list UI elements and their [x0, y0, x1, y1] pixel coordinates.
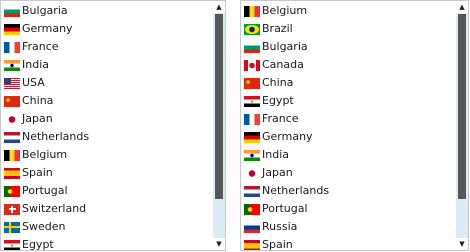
list-item-label: Portugal: [22, 184, 68, 197]
list-item[interactable]: France: [1, 38, 213, 56]
list-item[interactable]: USA: [1, 74, 213, 92]
list-item-label: Netherlands: [22, 130, 90, 143]
netherlands-flag-icon: [244, 185, 260, 197]
china-flag-icon: [4, 95, 20, 107]
list-item-label: Germany: [22, 22, 73, 35]
scroll-down-arrow-icon[interactable]: ▼: [213, 238, 225, 250]
list-item-label: Japan: [22, 112, 53, 125]
list-item-label: USA: [22, 76, 45, 89]
bulgaria-flag-icon: [4, 5, 20, 17]
spain-flag-icon: [4, 167, 20, 179]
belgium-flag-icon: [4, 149, 20, 161]
russia-flag-icon: [244, 221, 260, 233]
brazil-flag-icon: [244, 23, 260, 35]
list-item-label: Japan: [262, 166, 293, 179]
list-item-label: Portugal: [262, 202, 308, 215]
list-item[interactable]: Bulgaria: [241, 38, 456, 56]
list-item-label: Egypt: [262, 94, 294, 107]
list-item[interactable]: Germany: [1, 20, 213, 38]
list-item[interactable]: Egypt: [241, 92, 456, 110]
list-item-label: Bulgaria: [22, 4, 68, 17]
list-item[interactable]: Germany: [241, 128, 456, 146]
portugal-flag-icon: [4, 185, 20, 197]
list-item[interactable]: Portugal: [241, 200, 456, 218]
scroll-up-arrow-icon[interactable]: ▲: [213, 1, 225, 13]
japan-flag-icon: [244, 167, 260, 179]
netherlands-flag-icon: [4, 131, 20, 143]
list-item[interactable]: Belgium: [241, 2, 456, 20]
vertical-scrollbar-left[interactable]: ▲ ▼: [213, 1, 225, 250]
list-item-label: Belgium: [22, 148, 68, 161]
list-item[interactable]: China: [1, 92, 213, 110]
list-item[interactable]: Portugal: [1, 182, 213, 200]
vertical-scrollbar-right[interactable]: ▲ ▼: [456, 1, 468, 250]
list-item[interactable]: Russia: [241, 218, 456, 236]
list-item-label: Germany: [262, 130, 313, 143]
list-item-label: Belgium: [262, 4, 308, 17]
list-item[interactable]: Japan: [1, 110, 213, 128]
list-item[interactable]: India: [241, 146, 456, 164]
japan-flag-icon: [4, 113, 20, 125]
list-item[interactable]: France: [241, 110, 456, 128]
list-item-label: Sweden: [22, 220, 66, 233]
list-item-label: China: [22, 94, 54, 107]
canada-flag-icon: [244, 59, 260, 71]
list-item[interactable]: Netherlands: [1, 128, 213, 146]
list-item[interactable]: Belgium: [1, 146, 213, 164]
portugal-flag-icon: [244, 203, 260, 215]
country-list-left: Bulgaria Germany France India USA China Japan N…: [1, 2, 213, 251]
list-item[interactable]: India: [1, 56, 213, 74]
egypt-flag-icon: [244, 95, 260, 107]
list-item-label: France: [262, 112, 299, 125]
list-item-label: Spain: [262, 238, 293, 251]
list-item-label: Spain: [22, 166, 53, 179]
list-item[interactable]: Spain: [241, 236, 456, 251]
list-item-label: France: [22, 40, 59, 53]
list-item-label: Brazil: [262, 22, 293, 35]
list-item-label: Netherlands: [262, 184, 330, 197]
germany-flag-icon: [4, 23, 20, 35]
scrollbar-thumb-right[interactable]: [458, 14, 466, 199]
scroll-up-arrow-icon[interactable]: ▲: [456, 1, 468, 13]
list-item[interactable]: Netherlands: [241, 182, 456, 200]
country-listbox-left[interactable]: Bulgaria Germany France India USA China Japan N…: [0, 0, 226, 251]
list-item[interactable]: Sweden: [1, 218, 213, 236]
bulgaria-flag-icon: [244, 41, 260, 53]
list-item[interactable]: Bulgaria: [1, 2, 213, 20]
list-item-label: China: [262, 76, 294, 89]
list-item-label: Russia: [262, 220, 298, 233]
spain-flag-icon: [244, 239, 260, 250]
list-item-label: Canada: [262, 58, 304, 71]
sweden-flag-icon: [4, 221, 20, 233]
list-item[interactable]: Switzerland: [1, 200, 213, 218]
list-item-label: Switzerland: [22, 202, 87, 215]
scroll-down-arrow-icon[interactable]: ▼: [456, 238, 468, 250]
list-item[interactable]: Brazil: [241, 20, 456, 38]
list-item-label: India: [22, 58, 49, 71]
list-item-label: Bulgaria: [262, 40, 308, 53]
list-item[interactable]: Spain: [1, 164, 213, 182]
scrollbar-thumb-left[interactable]: [215, 14, 223, 199]
country-list-right: Belgium Brazil Bulgaria Canada China Egypt Fra…: [241, 2, 456, 251]
list-item-label: Egypt: [22, 238, 54, 251]
country-listbox-right[interactable]: Belgium Brazil Bulgaria Canada China Egypt Fra…: [240, 0, 469, 251]
switzerland-flag-icon: [4, 203, 20, 215]
france-flag-icon: [244, 113, 260, 125]
list-item[interactable]: Japan: [241, 164, 456, 182]
list-item[interactable]: Egypt: [1, 236, 213, 251]
germany-flag-icon: [244, 131, 260, 143]
india-flag-icon: [244, 149, 260, 161]
list-item-label: India: [262, 148, 289, 161]
china-flag-icon: [244, 77, 260, 89]
india-flag-icon: [4, 59, 20, 71]
usa-flag-icon: [4, 77, 20, 89]
belgium-flag-icon: [244, 5, 260, 17]
egypt-flag-icon: [4, 239, 20, 250]
list-item[interactable]: China: [241, 74, 456, 92]
france-flag-icon: [4, 41, 20, 53]
list-item[interactable]: Canada: [241, 56, 456, 74]
